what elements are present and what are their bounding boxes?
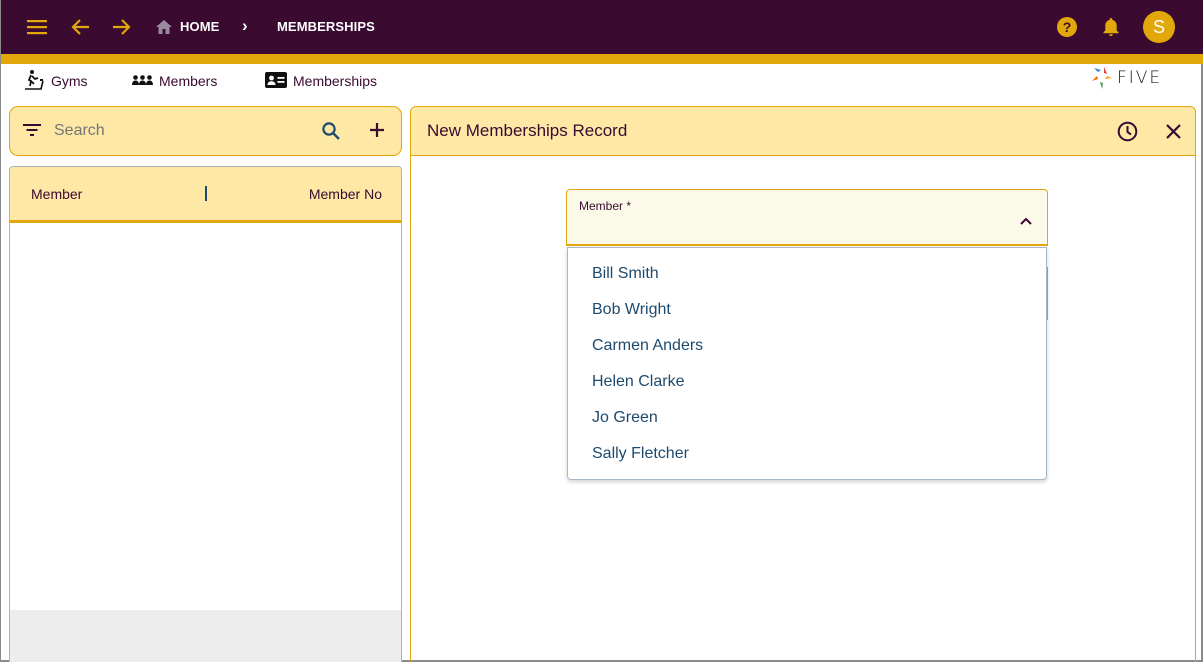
record-panel-title: New Memberships Record — [427, 121, 628, 140]
filter-icon[interactable] — [23, 123, 41, 142]
column-header-member[interactable]: Member — [31, 186, 82, 202]
dropdown-option[interactable]: Carmen Anders — [568, 328, 1046, 364]
nav-item-label: Members — [159, 73, 218, 89]
list-search-input[interactable] — [54, 120, 304, 142]
bell-icon[interactable] — [1098, 14, 1124, 40]
column-resize-handle[interactable] — [205, 186, 207, 201]
clock-icon[interactable] — [1117, 121, 1138, 147]
id-card-icon — [265, 71, 287, 91]
nav-item-label: Memberships — [293, 73, 378, 89]
breadcrumb-current: MEMBERSHIPS — [277, 19, 375, 34]
list-footer — [10, 610, 401, 662]
search-icon[interactable] — [321, 121, 341, 146]
home-icon[interactable] — [151, 14, 177, 40]
records-list: Member Member No — [9, 166, 402, 662]
svg-text:?: ? — [1063, 19, 1072, 35]
arrow-left-icon[interactable] — [68, 14, 94, 40]
dropdown-option[interactable]: Bob Wright — [568, 292, 1046, 328]
user-avatar[interactable]: S — [1143, 11, 1175, 43]
list-search-bar — [9, 106, 402, 156]
record-form-panel: New Memberships Record Member * Bill Smi… — [410, 106, 1196, 662]
list-header: Member Member No — [10, 167, 401, 223]
breadcrumb-home[interactable]: HOME — [180, 19, 219, 34]
nav-item-members[interactable]: Members — [132, 70, 217, 92]
help-circle-icon[interactable]: ? — [1054, 14, 1080, 40]
treadmill-icon — [23, 69, 45, 94]
dropdown-option[interactable]: Bill Smith — [568, 256, 1046, 292]
dropdown-option[interactable]: Jo Green — [568, 400, 1046, 436]
topbar-accent-stripe — [1, 54, 1203, 64]
breadcrumb-separator-icon: › — [242, 16, 248, 35]
nav-item-gyms[interactable]: Gyms — [23, 69, 88, 94]
member-field-label: Member * — [579, 199, 632, 213]
plus-icon[interactable] — [369, 122, 385, 143]
nav-item-memberships[interactable]: Memberships — [265, 70, 377, 92]
column-header-member-no[interactable]: Member No — [309, 186, 382, 202]
dropdown-option[interactable]: Sally Fletcher — [568, 436, 1046, 472]
chevron-up-icon[interactable] — [1020, 212, 1032, 230]
app-topbar: HOME › MEMBERSHIPS ? S — [1, 0, 1203, 54]
record-panel-header: New Memberships Record — [411, 107, 1195, 156]
logo-text: FIVE — [1117, 68, 1163, 88]
arrow-right-icon[interactable] — [108, 14, 134, 40]
people-icon — [132, 73, 153, 89]
five-logo-mark — [1092, 67, 1112, 89]
nav-item-label: Gyms — [51, 73, 88, 89]
hamburger-menu-icon[interactable] — [24, 14, 50, 40]
member-options-dropdown: Bill Smith Bob Wright Carmen Anders Hele… — [567, 247, 1047, 480]
member-select-field[interactable]: Member * — [566, 189, 1048, 246]
close-icon[interactable] — [1166, 124, 1181, 144]
dropdown-option[interactable]: Helen Clarke — [568, 364, 1046, 400]
five-logo: FIVE — [1091, 66, 1162, 90]
module-navbar: Gyms Members Memberships FIVE — [1, 64, 1203, 98]
